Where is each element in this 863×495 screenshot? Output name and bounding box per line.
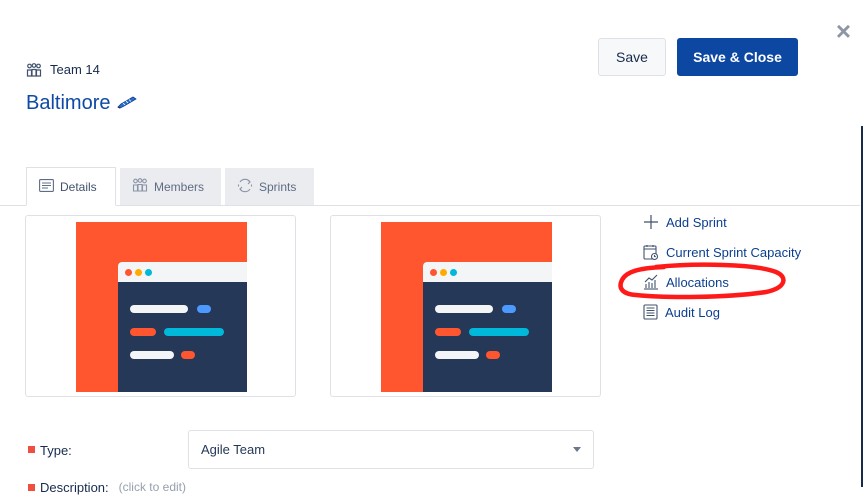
cycle-icon [237, 178, 253, 196]
image-card[interactable] [25, 215, 296, 397]
calendar-clock-icon [643, 244, 659, 261]
pencil-icon[interactable] [116, 92, 138, 115]
team-label: Team 14 [50, 62, 100, 77]
app-thumbnail-image [381, 222, 552, 392]
chevron-down-icon [573, 447, 581, 452]
image-card[interactable] [330, 215, 601, 397]
tab-members[interactable]: Members [120, 168, 221, 205]
type-select[interactable]: Agile Team [188, 430, 594, 469]
tab-label: Sprints [259, 179, 297, 194]
document-icon [39, 178, 54, 195]
team-icon [132, 178, 148, 195]
tabs-divider [0, 205, 860, 206]
description-edit-hint[interactable]: (click to edit) [119, 480, 186, 495]
team-breadcrumb: Team 14 [26, 62, 100, 77]
annotation-circle [616, 262, 791, 309]
tab-label: Members [154, 179, 205, 194]
tab-details[interactable]: Details [26, 167, 116, 206]
save-button[interactable]: Save [598, 38, 666, 76]
add-sprint-link[interactable]: Add Sprint [643, 214, 727, 230]
app-thumbnail-image [76, 222, 247, 392]
team-icon [26, 62, 42, 77]
action-label: Add Sprint [666, 214, 727, 230]
tab-label: Details [60, 179, 97, 194]
action-label: Current Sprint Capacity [666, 245, 802, 260]
description-label: Description: [40, 480, 109, 495]
close-icon[interactable]: × [836, 18, 851, 44]
title-text[interactable]: Baltimore [26, 92, 110, 115]
save-and-close-button[interactable]: Save & Close [677, 38, 798, 76]
required-marker [28, 446, 35, 453]
description-row: Description: (click to edit) [28, 480, 186, 495]
type-select-value: Agile Team [201, 442, 266, 457]
required-marker [28, 484, 35, 491]
tab-sprints[interactable]: Sprints [225, 168, 314, 205]
type-label: Type: [40, 443, 72, 458]
plus-icon [643, 214, 659, 230]
page-title: Baltimore [26, 92, 138, 115]
current-sprint-capacity-link[interactable]: Current Sprint Capacity [643, 244, 801, 261]
